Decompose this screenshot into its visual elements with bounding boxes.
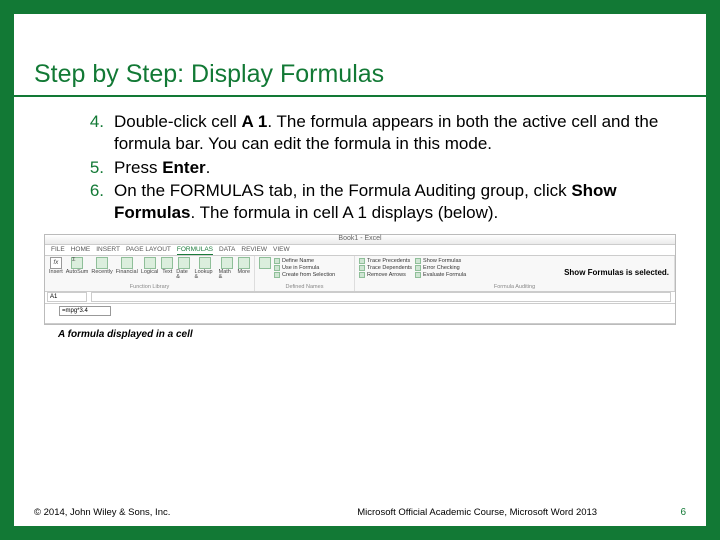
group-label: Formula Auditing [359, 284, 670, 291]
tab-pagelayout: PAGE LAYOUT [126, 245, 171, 255]
step-number: 6. [86, 180, 114, 224]
callout-text: Show Formulas is selected. [564, 268, 669, 277]
tab-data: DATA [219, 245, 235, 255]
step-6: 6. On the FORMULAS tab, in the Formula A… [86, 180, 664, 224]
step-4: 4. Double-click cell A 1. The formula ap… [86, 111, 664, 155]
group-label: Defined Names [259, 284, 350, 291]
step-5: 5. Press Enter. [86, 157, 664, 179]
footer: © 2014, John Wiley & Sons, Inc. Microsof… [34, 507, 686, 518]
tab-formulas: FORMULAS [177, 245, 213, 255]
ribbon-tabs: FILE HOME INSERT PAGE LAYOUT FORMULAS DA… [45, 245, 675, 256]
error-checking-icon [415, 265, 421, 271]
footer-left: © 2014, John Wiley & Sons, Inc. [34, 507, 357, 518]
steps-list: 4. Double-click cell A 1. The formula ap… [14, 111, 706, 224]
text: Define Name [282, 258, 314, 264]
name-box: A1 [47, 292, 87, 302]
text-icon: Text [161, 257, 173, 276]
text: On the FORMULAS tab, in the Formula Audi… [114, 181, 571, 200]
header-band [14, 14, 706, 56]
tab-file: FILE [51, 245, 65, 255]
step-number: 5. [86, 157, 114, 179]
autosum-icon: ΣAutoSum [66, 257, 89, 276]
step-number: 4. [86, 111, 114, 155]
text: Double-click cell [114, 112, 242, 131]
use-in-formula-icon [274, 265, 280, 271]
show-formulas-icon [415, 258, 421, 264]
lookup-icon: Lookup & [195, 257, 216, 281]
more-functions-icon: More [237, 257, 250, 276]
group-defined-names: Define Name Use in Formula Create from S… [255, 256, 355, 291]
define-name-icon [274, 258, 280, 264]
text: Use in Formula [282, 265, 319, 271]
icon-label: Financial [116, 270, 138, 276]
remove-arrows-icon [359, 272, 365, 278]
icon-label: More [237, 270, 250, 276]
math-trig-icon: Math & [219, 257, 235, 281]
trace-precedents-icon [359, 258, 365, 264]
formula-bar-row: A1 [45, 292, 675, 304]
text: Evaluate Formula [423, 272, 466, 278]
text: Error Checking [423, 265, 460, 271]
tab-insert: INSERT [96, 245, 120, 255]
worksheet-area: =mpg*3.4 [45, 304, 675, 324]
group-label: Function Library [49, 284, 250, 291]
text: Create from Selection [282, 272, 335, 278]
text: Show Formulas [423, 258, 461, 264]
fnlib-icons: fxInsert ΣAutoSum Recently Financial Log… [49, 257, 250, 284]
audit-left: Trace Precedents Trace Dependents Remove… [359, 257, 412, 278]
window-title: Book1 - Excel [338, 235, 381, 242]
create-from-selection-icon [274, 272, 280, 278]
audit-right: Show Formulas Error Checking Evaluate Fo… [415, 257, 466, 278]
text: . The formula in cell A 1 displays (belo… [191, 203, 499, 222]
tab-review: REVIEW [241, 245, 267, 255]
icon-label: Insert [49, 270, 63, 276]
figure-caption: A formula displayed in a cell [14, 325, 706, 344]
group-function-library: fxInsert ΣAutoSum Recently Financial Log… [45, 256, 255, 291]
page-number: 6 [680, 507, 686, 518]
callout-show-formulas: Show Formulas is selected. [564, 269, 669, 278]
step-body: Press Enter. [114, 157, 664, 179]
step-body: Double-click cell A 1. The formula appea… [114, 111, 664, 155]
icon-label: Lookup & [195, 270, 216, 281]
icon-label: Recently [91, 270, 112, 276]
text: Trace Dependents [367, 265, 412, 271]
icon-label: Date & [176, 270, 191, 281]
bold-text: Enter [162, 158, 205, 177]
trace-dependents-icon [359, 265, 365, 271]
icon-label: Text [162, 270, 172, 276]
formula-bar [91, 292, 671, 302]
tab-home: HOME [71, 245, 91, 255]
icon-label: Math & [219, 270, 235, 281]
text: Remove Arrows [367, 272, 406, 278]
recently-used-icon: Recently [91, 257, 112, 276]
slide: Step by Step: Display Formulas 4. Double… [0, 0, 720, 540]
step-body: On the FORMULAS tab, in the Formula Audi… [114, 180, 664, 224]
tab-view: VIEW [273, 245, 290, 255]
footer-center: Microsoft Official Academic Course, Micr… [357, 507, 680, 518]
name-manager-icon [259, 257, 271, 270]
insert-function-icon: fxInsert [49, 257, 63, 276]
text: . [206, 158, 211, 177]
excel-screenshot: Book1 - Excel FILE HOME INSERT PAGE LAYO… [44, 234, 676, 325]
date-time-icon: Date & [176, 257, 191, 281]
logical-icon: Logical [141, 257, 158, 276]
evaluate-formula-icon [415, 272, 421, 278]
text: Press [114, 158, 162, 177]
names-text: Define Name Use in Formula Create from S… [274, 257, 335, 278]
names-icons: Define Name Use in Formula Create from S… [259, 257, 350, 284]
excel-titlebar: Book1 - Excel [45, 235, 675, 245]
icon-label: Logical [141, 270, 158, 276]
icon-label: AutoSum [66, 270, 89, 276]
cell-a1: =mpg*3.4 [59, 306, 111, 316]
bold-text: A 1 [242, 112, 268, 131]
page-title: Step by Step: Display Formulas [14, 56, 706, 97]
text: Trace Precedents [367, 258, 410, 264]
financial-icon: Financial [116, 257, 138, 276]
